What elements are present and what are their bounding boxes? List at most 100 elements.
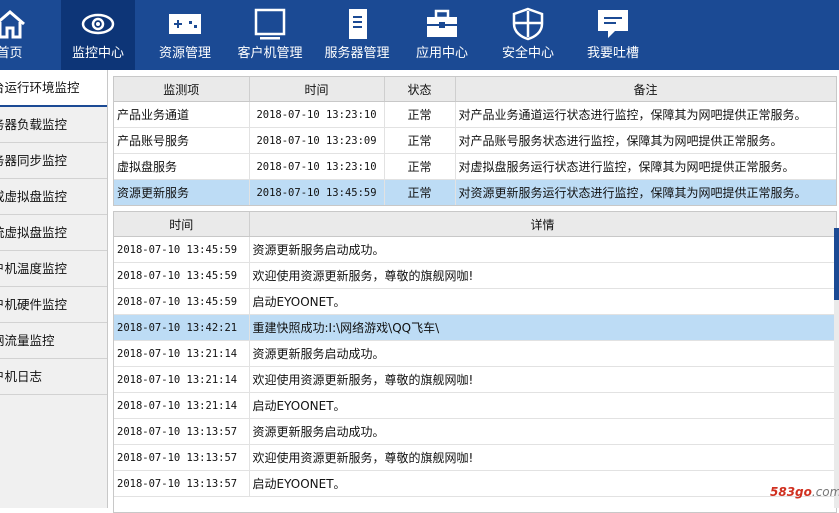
sidebar-item-client-hardware[interactable]: 户机硬件监控 bbox=[0, 287, 107, 323]
log-detail: 资源更新服务启动成功。 bbox=[249, 418, 836, 445]
log-detail: 启动EYOONET。 bbox=[249, 288, 836, 315]
table-row[interactable]: 虚拟盘服务 2018-07-10 13:23:10 正常 对虚拟盘服务运行状态进… bbox=[114, 153, 836, 180]
cell-note: 对虚拟盘服务运行状态进行监控，保障其为网吧提供正常服务。 bbox=[455, 153, 836, 180]
sidebar-item-client-log[interactable]: 户机日志 bbox=[0, 359, 107, 395]
log-time: 2018-07-10 13:13:57 bbox=[114, 418, 250, 445]
table-row-selected[interactable]: 资源更新服务 2018-07-10 13:45:59 正常 对资源更新服务运行状… bbox=[114, 179, 836, 205]
log-row[interactable]: 2018-07-10 13:21:14 资源更新服务启动成功。 bbox=[114, 340, 836, 367]
log-time: 2018-07-10 13:45:59 bbox=[114, 236, 250, 263]
sidebar-item-label: 户机日志 bbox=[0, 369, 43, 384]
nav-home[interactable]: 首页 bbox=[0, 0, 47, 70]
column-header-note[interactable]: 备注 bbox=[455, 77, 836, 102]
cell-status: 正常 bbox=[384, 153, 456, 180]
cell-note: 对产品账号服务状态进行监控，保障其为网吧提供正常服务。 bbox=[455, 127, 836, 154]
log-row[interactable]: 2018-07-10 13:45:59 启动EYOONET。 bbox=[114, 288, 836, 315]
sidebar-item-client-temp[interactable]: 户机温度监控 bbox=[0, 251, 107, 287]
nav-app-center[interactable]: 应用中心 bbox=[405, 0, 479, 70]
cell-status: 正常 bbox=[384, 179, 456, 205]
cell-item: 虚拟盘服务 bbox=[114, 153, 250, 180]
watermark-brand: 583go bbox=[770, 485, 812, 499]
gamepad-icon bbox=[169, 14, 201, 34]
column-header-item[interactable]: 监测项 bbox=[114, 77, 250, 102]
shield-icon bbox=[512, 7, 544, 41]
log-detail: 资源更新服务启动成功。 bbox=[249, 340, 836, 367]
sidebar-item-server-sync[interactable]: 务器同步监控 bbox=[0, 143, 107, 179]
sidebar-item-platform-env[interactable]: 台运行环境监控 bbox=[0, 70, 107, 107]
sidebar: 台运行环境监控 务器负载监控 务器同步监控 或虚拟盘监控 统虚拟盘监控 户机温度… bbox=[0, 70, 108, 508]
nav-label: 我要吐槽 bbox=[586, 46, 639, 61]
log-row[interactable]: 2018-07-10 13:45:59 欢迎使用资源更新服务，尊敬的旗舰网咖! bbox=[114, 262, 836, 289]
log-row-selected[interactable]: 2018-07-10 13:42:21 重建快照成功:I:\网络游戏\QQ飞车\ bbox=[114, 314, 836, 341]
cell-time: 2018-07-10 13:23:09 bbox=[249, 127, 385, 154]
chat-icon bbox=[598, 10, 628, 38]
sidebar-item-label: 户机温度监控 bbox=[0, 261, 68, 276]
sidebar-item-label: 户机硬件监控 bbox=[0, 297, 68, 312]
cell-status: 正常 bbox=[384, 101, 456, 128]
nav-feedback[interactable]: 我要吐槽 bbox=[576, 0, 650, 70]
watermark: 583go.com bbox=[770, 485, 839, 499]
sidebar-item-network-traffic[interactable]: 网流量监控 bbox=[0, 323, 107, 359]
sidebar-item-label: 或虚拟盘监控 bbox=[0, 189, 68, 204]
nav-label: 首页 bbox=[0, 46, 23, 61]
sidebar-item-system-vdisk[interactable]: 统虚拟盘监控 bbox=[0, 215, 107, 251]
log-row[interactable]: 2018-07-10 13:13:57 启动EYOONET。 bbox=[114, 470, 836, 497]
cell-item: 产品业务通道 bbox=[114, 101, 250, 128]
column-header-time[interactable]: 时间 bbox=[114, 212, 250, 237]
table-row[interactable]: 产品账号服务 2018-07-10 13:23:09 正常 对产品账号服务状态进… bbox=[114, 127, 836, 154]
log-detail: 启动EYOONET。 bbox=[249, 470, 836, 497]
log-table-header: 时间 详情 bbox=[114, 212, 836, 237]
nav-label: 应用中心 bbox=[415, 46, 468, 61]
cell-note: 对产品业务通道运行状态进行监控，保障其为网吧提供正常服务。 bbox=[455, 101, 836, 128]
nav-label: 客户机管理 bbox=[237, 46, 303, 61]
sidebar-item-label: 务器负载监控 bbox=[0, 117, 68, 132]
log-detail: 欢迎使用资源更新服务，尊敬的旗舰网咖! bbox=[249, 262, 836, 289]
log-detail: 欢迎使用资源更新服务，尊敬的旗舰网咖! bbox=[249, 366, 836, 393]
log-table-panel: 时间 详情 2018-07-10 13:45:59 资源更新服务启动成功。 201… bbox=[113, 211, 837, 513]
sidebar-item-server-load[interactable]: 务器负载监控 bbox=[0, 107, 107, 143]
log-detail: 欢迎使用资源更新服务，尊敬的旗舰网咖! bbox=[249, 444, 836, 471]
nav-label: 监控中心 bbox=[71, 46, 124, 61]
column-header-status[interactable]: 状态 bbox=[384, 77, 456, 102]
sidebar-item-game-vdisk[interactable]: 或虚拟盘监控 bbox=[0, 179, 107, 215]
log-row[interactable]: 2018-07-10 13:45:59 资源更新服务启动成功。 bbox=[114, 236, 836, 263]
log-time: 2018-07-10 13:13:57 bbox=[114, 470, 250, 497]
cell-time: 2018-07-10 13:23:10 bbox=[249, 101, 385, 128]
watermark-suffix: .com bbox=[811, 485, 839, 499]
cell-status: 正常 bbox=[384, 127, 456, 154]
nav-monitor-center[interactable]: 监控中心 bbox=[61, 0, 135, 70]
column-header-time[interactable]: 时间 bbox=[249, 77, 385, 102]
cell-time: 2018-07-10 13:23:10 bbox=[249, 153, 385, 180]
log-time: 2018-07-10 13:45:59 bbox=[114, 288, 250, 315]
log-time: 2018-07-10 13:21:14 bbox=[114, 340, 250, 367]
log-detail: 重建快照成功:I:\网络游戏\QQ飞车\ bbox=[249, 314, 836, 341]
log-table: 时间 详情 2018-07-10 13:45:59 资源更新服务启动成功。 201… bbox=[114, 212, 836, 497]
eye-icon bbox=[81, 13, 115, 35]
monitor-table: 监测项 时间 状态 备注 产品业务通道 2018-07-10 13:23:10 … bbox=[114, 77, 836, 205]
log-time: 2018-07-10 13:21:14 bbox=[114, 392, 250, 419]
log-row[interactable]: 2018-07-10 13:21:14 欢迎使用资源更新服务，尊敬的旗舰网咖! bbox=[114, 366, 836, 393]
nav-client-manage[interactable]: 客户机管理 bbox=[231, 0, 309, 70]
column-header-detail[interactable]: 详情 bbox=[249, 212, 836, 237]
nav-resource-manage[interactable]: 资源管理 bbox=[148, 0, 222, 70]
monitor-table-panel: 监测项 时间 状态 备注 产品业务通道 2018-07-10 13:23:10 … bbox=[113, 76, 837, 206]
cell-note: 对资源更新服务运行状态进行监控，保障其为网吧提供正常服务。 bbox=[455, 179, 836, 205]
nav-label: 安全中心 bbox=[501, 46, 554, 61]
log-row[interactable]: 2018-07-10 13:21:14 启动EYOONET。 bbox=[114, 392, 836, 419]
log-time: 2018-07-10 13:13:57 bbox=[114, 444, 250, 471]
nav-label: 资源管理 bbox=[158, 46, 211, 61]
log-detail: 资源更新服务启动成功。 bbox=[249, 236, 836, 263]
table-row[interactable]: 产品业务通道 2018-07-10 13:23:10 正常 对产品业务通道运行状… bbox=[114, 101, 836, 128]
sidebar-item-label: 网流量监控 bbox=[0, 333, 55, 348]
cell-item: 资源更新服务 bbox=[114, 179, 250, 205]
nav-security-center[interactable]: 安全中心 bbox=[491, 0, 565, 70]
log-row[interactable]: 2018-07-10 13:13:57 欢迎使用资源更新服务，尊敬的旗舰网咖! bbox=[114, 444, 836, 471]
sidebar-item-label: 务器同步监控 bbox=[0, 153, 68, 168]
log-scrollbar[interactable] bbox=[834, 228, 839, 508]
nav-server-manage[interactable]: 服务器管理 bbox=[318, 0, 396, 70]
log-row[interactable]: 2018-07-10 13:13:57 资源更新服务启动成功。 bbox=[114, 418, 836, 445]
log-detail: 启动EYOONET。 bbox=[249, 392, 836, 419]
toolbox-icon bbox=[427, 9, 457, 37]
top-nav: 首页 监控中心 资源管理 客户机管理 服务器管理 应用中心 安全中心 我要吐槽 bbox=[0, 0, 839, 70]
scrollbar-thumb[interactable] bbox=[834, 228, 839, 300]
cell-time: 2018-07-10 13:45:59 bbox=[249, 179, 385, 205]
